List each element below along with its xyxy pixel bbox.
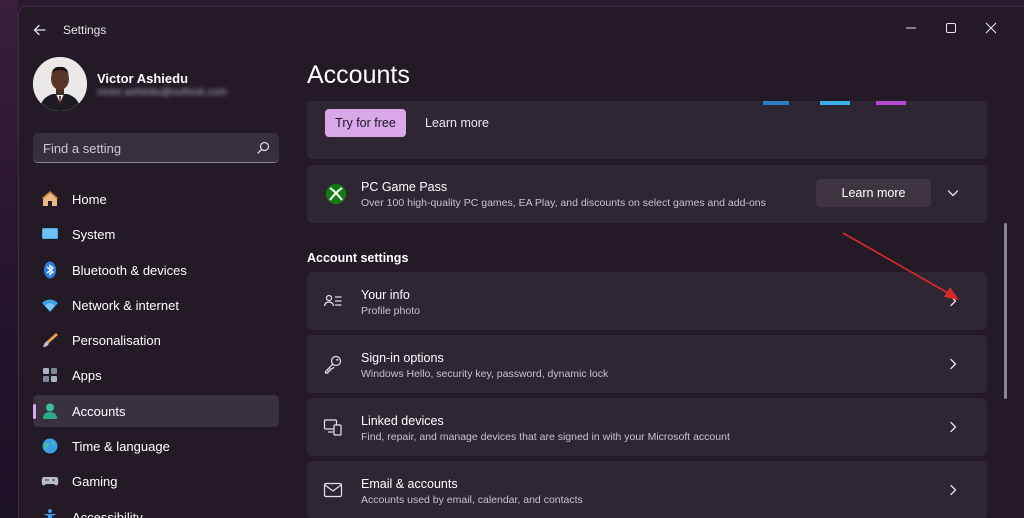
minimize-icon bbox=[906, 27, 916, 29]
chevron-right-icon bbox=[950, 358, 957, 370]
desktop-background bbox=[0, 0, 18, 518]
accessibility-icon bbox=[43, 508, 57, 518]
gamepad-icon bbox=[41, 477, 59, 486]
sidebar-item-label: Apps bbox=[72, 368, 102, 384]
row-subtitle: Windows Hello, security key, password, d… bbox=[361, 368, 609, 380]
close-button[interactable] bbox=[976, 14, 1006, 42]
row-title: Email & accounts bbox=[361, 477, 458, 491]
sidebar-item-time-language[interactable]: Time & language bbox=[33, 430, 279, 462]
page-title: Accounts bbox=[307, 61, 410, 89]
sidebar-item-home[interactable]: Home bbox=[33, 183, 279, 215]
search-icon[interactable] bbox=[255, 140, 271, 156]
sidebar-item-gaming[interactable]: Gaming bbox=[33, 465, 279, 497]
bluetooth-icon bbox=[44, 261, 56, 279]
settings-row-linked-devices[interactable]: Linked devices Find, repair, and manage … bbox=[307, 398, 987, 456]
avatar[interactable] bbox=[33, 57, 87, 111]
sidebar-item-network[interactable]: Network & internet bbox=[33, 289, 279, 321]
profile-name: Victor Ashiedu bbox=[97, 71, 189, 86]
xbox-icon bbox=[326, 184, 346, 204]
sidebar-item-label: Bluetooth & devices bbox=[72, 262, 187, 278]
chevron-down-icon[interactable] bbox=[945, 185, 961, 201]
search-placeholder: Find a setting bbox=[43, 141, 122, 156]
sidebar-item-bluetooth[interactable]: Bluetooth & devices bbox=[33, 254, 279, 286]
person-icon bbox=[43, 403, 57, 419]
key-icon bbox=[324, 355, 342, 374]
sidebar-nav: Home System Bluetooth & devices Network … bbox=[33, 183, 279, 518]
globe-icon bbox=[42, 438, 58, 454]
scrollbar[interactable] bbox=[1004, 223, 1007, 399]
profile-photo-icon bbox=[33, 57, 87, 111]
settings-row-email-accounts[interactable]: Email & accounts Accounts used by email,… bbox=[307, 461, 987, 518]
brush-icon bbox=[43, 333, 58, 348]
settings-window: Settings Victor Ashiedu victor.ashiedu@o… bbox=[18, 6, 1024, 518]
row-title: Sign-in options bbox=[361, 351, 444, 365]
sidebar-item-label: Time & language bbox=[72, 439, 170, 455]
sidebar-item-label: Network & internet bbox=[72, 297, 179, 313]
row-subtitle: Profile photo bbox=[361, 305, 420, 317]
promo-image-strip bbox=[763, 101, 789, 105]
game-pass-learn-more-button[interactable]: Learn more bbox=[816, 179, 931, 207]
app-title: Settings bbox=[63, 23, 107, 37]
row-subtitle: Accounts used by email, calendar, and co… bbox=[361, 494, 583, 506]
sidebar-item-label: Gaming bbox=[72, 474, 118, 490]
close-icon bbox=[985, 22, 997, 34]
sidebar-item-label: Home bbox=[72, 192, 107, 207]
profile-email: victor.ashiedu@outlook.com bbox=[97, 87, 228, 98]
settings-row-sign-in-options[interactable]: Sign-in options Windows Hello, security … bbox=[307, 335, 987, 393]
devices-icon bbox=[323, 419, 342, 436]
maximize-button[interactable] bbox=[936, 14, 966, 42]
sidebar-item-system[interactable]: System bbox=[33, 218, 279, 250]
promo-image-strip bbox=[876, 101, 906, 105]
back-arrow-icon bbox=[33, 24, 46, 36]
sidebar-item-accounts[interactable]: Accounts bbox=[33, 394, 279, 427]
microsoft-365-promo-card: Try for free Learn more bbox=[307, 101, 987, 159]
minimize-button[interactable] bbox=[896, 14, 926, 42]
sidebar-item-label: Personalisation bbox=[72, 333, 161, 349]
maximize-icon bbox=[946, 23, 956, 33]
sidebar-item-personalisation[interactable]: Personalisation bbox=[33, 324, 279, 356]
sidebar-item-apps[interactable]: Apps bbox=[33, 359, 279, 391]
monitor-icon bbox=[42, 228, 58, 240]
back-button[interactable] bbox=[29, 19, 51, 41]
sidebar-item-label: Accounts bbox=[72, 403, 126, 419]
try-for-free-button[interactable]: Try for free bbox=[325, 109, 406, 137]
row-title: Linked devices bbox=[361, 414, 444, 428]
row-subtitle: Find, repair, and manage devices that ar… bbox=[361, 431, 730, 443]
chevron-right-icon bbox=[950, 484, 957, 496]
chevron-right-icon bbox=[950, 421, 957, 433]
home-icon bbox=[42, 191, 58, 206]
search-input[interactable]: Find a setting bbox=[33, 133, 279, 163]
red-arrow-annotation bbox=[842, 232, 959, 300]
game-pass-description: Over 100 high-quality PC games, EA Play,… bbox=[361, 197, 766, 209]
learn-more-link[interactable]: Learn more bbox=[425, 116, 489, 130]
promo-image-strip bbox=[820, 101, 850, 105]
sidebar-item-label: Accessibility bbox=[72, 509, 143, 518]
contact-card-icon bbox=[323, 294, 342, 307]
title-bar: Settings bbox=[19, 7, 1024, 51]
pc-game-pass-card: PC Game Pass Over 100 high-quality PC ga… bbox=[307, 165, 987, 223]
sidebar-item-label: System bbox=[72, 227, 116, 243]
game-pass-title: PC Game Pass bbox=[361, 180, 448, 194]
sidebar-item-accessibility[interactable]: Accessibility bbox=[33, 501, 279, 518]
apps-icon bbox=[43, 368, 57, 383]
account-settings-header: Account settings bbox=[307, 251, 409, 265]
row-title: Your info bbox=[361, 288, 410, 302]
mail-icon bbox=[323, 482, 343, 498]
wifi-icon bbox=[42, 299, 58, 312]
